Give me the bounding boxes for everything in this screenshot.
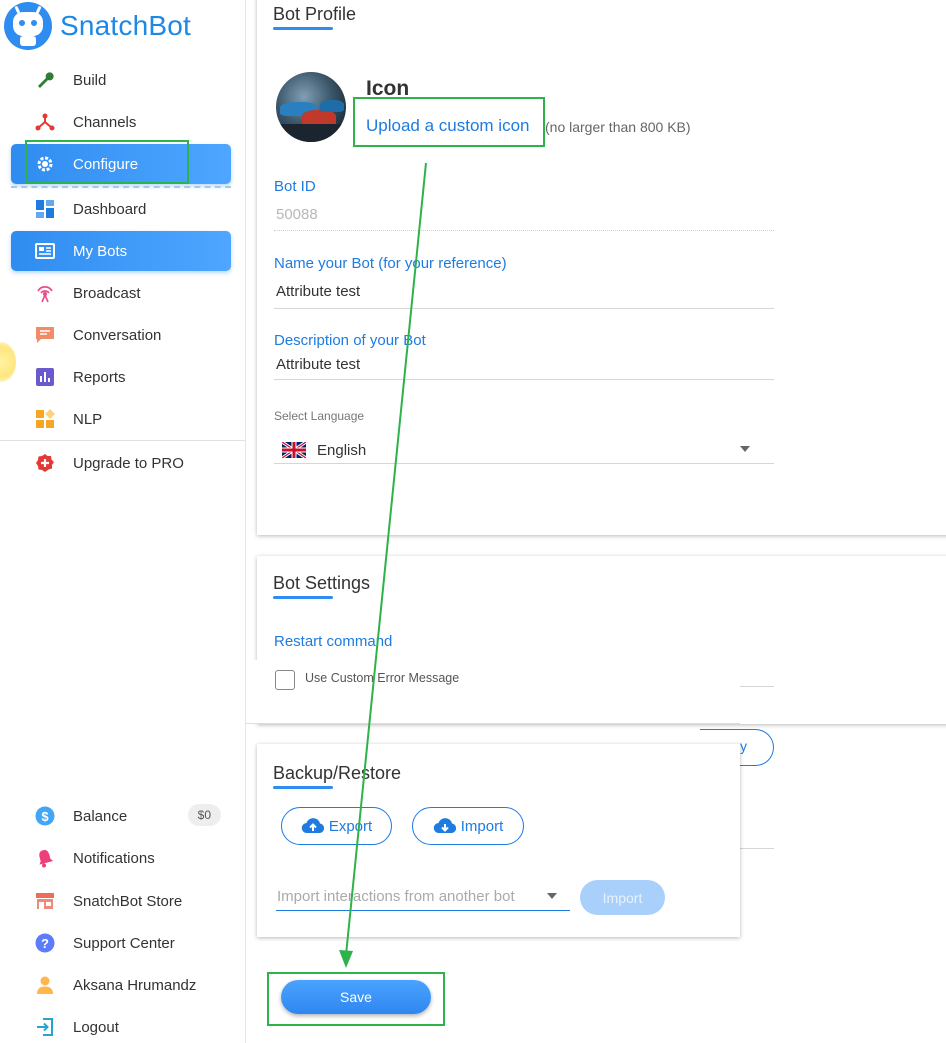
annotation-arrow — [339, 162, 427, 968]
